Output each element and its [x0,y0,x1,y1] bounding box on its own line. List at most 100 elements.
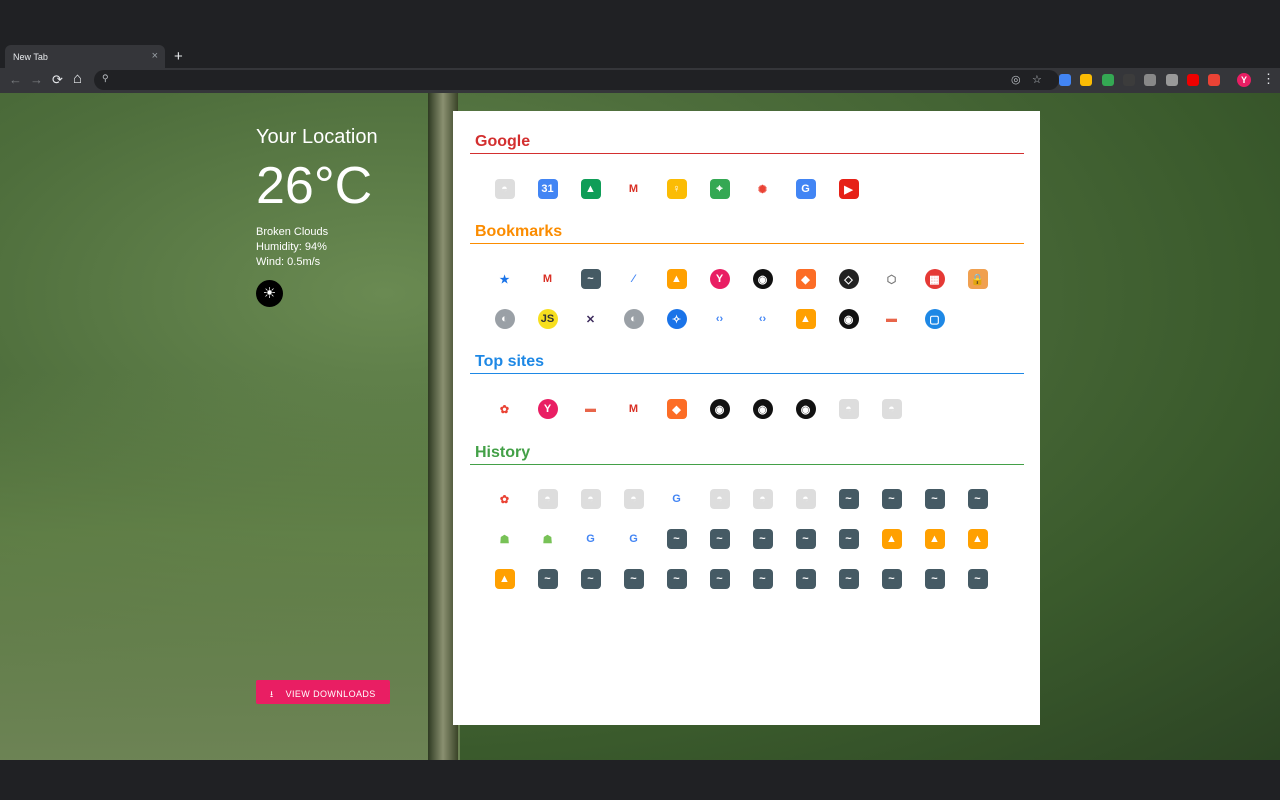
shortcut-link[interactable]: ⁄ [612,259,655,299]
shortcut-link[interactable]: ~ [913,559,956,599]
shortcut-link[interactable]: ▦ [913,259,956,299]
shortcut-link[interactable]: M [612,169,655,209]
apps-ext-icon[interactable] [1208,74,1220,86]
shortcut-link[interactable]: ▲ [483,559,526,599]
location-target-icon[interactable]: ◎ [1011,73,1021,86]
shortcut-link[interactable]: ◓ [741,479,784,519]
shortcut-link[interactable]: ~ [870,559,913,599]
shortcut-link[interactable]: ◓ [612,479,655,519]
shortcut-link[interactable]: ~ [655,559,698,599]
shortcut-link[interactable]: ‹› [698,299,741,339]
home-icon[interactable]: ⌂ [73,70,82,87]
shortcut-link[interactable]: Y [698,259,741,299]
shortcut-link[interactable]: ◓ [569,479,612,519]
shortcut-link[interactable]: JS [526,299,569,339]
shortcut-link[interactable]: ✕ [569,299,612,339]
shortcut-link[interactable]: ~ [655,519,698,559]
shortcut-link[interactable]: ▲ [913,519,956,559]
shortcut-link[interactable]: ◉ [827,299,870,339]
shortcut-link[interactable]: ◉ [698,389,741,429]
shortcut-link[interactable]: ~ [913,479,956,519]
reload-icon[interactable]: ⟳ [52,72,63,88]
menu-icon[interactable]: ⋮ [1262,71,1275,87]
forward-icon[interactable]: → [30,72,43,87]
shortcut-link[interactable]: ▬ [870,299,913,339]
shortcut-link[interactable]: M [526,259,569,299]
shortcut-link[interactable]: ~ [526,559,569,599]
view-downloads-button[interactable]: ⭳VIEW DOWNLOADS [256,680,390,704]
docs-ext-icon[interactable] [1102,74,1114,86]
shortcut-link[interactable]: ~ [870,479,913,519]
shortcut-link[interactable]: ✧ [655,299,698,339]
profile-avatar[interactable]: Y [1237,73,1251,87]
shortcut-link[interactable]: ◓ [827,389,870,429]
shortcut-link[interactable]: ▲ [655,259,698,299]
shortcut-link[interactable]: ~ [698,519,741,559]
shortcut-link[interactable]: ◐ [612,299,655,339]
shortcut-link[interactable]: ▲ [870,519,913,559]
shortcut-link[interactable]: ▲ [569,169,612,209]
shortcut-link[interactable]: ▶ [827,169,870,209]
tab-new-tab[interactable]: New Tab × [5,45,165,69]
shortcut-link[interactable]: G [612,519,655,559]
shortcut-link[interactable]: ~ [784,559,827,599]
shortcut-link[interactable]: ▲ [956,519,999,559]
sync-ext-icon[interactable] [1187,74,1199,86]
shortcut-link[interactable]: ~ [741,519,784,559]
m-ext-icon[interactable] [1166,74,1178,86]
shortcut-link[interactable]: ~ [827,559,870,599]
shortcut-link[interactable]: ◉ [741,389,784,429]
shortcut-link[interactable]: ◐ [483,299,526,339]
shortcut-link[interactable]: ~ [741,559,784,599]
new-tab-button[interactable]: + [174,48,183,65]
shortcut-link[interactable]: ~ [569,259,612,299]
shortcut-link[interactable]: ☗ [483,519,526,559]
shortcut-link[interactable]: ◓ [784,479,827,519]
shortcut-link[interactable]: ~ [956,479,999,519]
shortcut-link[interactable]: ✿ [483,389,526,429]
shortcut-link[interactable]: ◇ [827,259,870,299]
shortcut-link[interactable]: ~ [698,559,741,599]
shortcut-link[interactable]: ~ [956,559,999,599]
shortcut-link[interactable]: ☗ [526,519,569,559]
shortcut-link[interactable]: M [612,389,655,429]
shortcut-link[interactable]: ~ [827,519,870,559]
shortcut-link[interactable]: ▲ [784,299,827,339]
back-icon[interactable]: ← [9,72,22,87]
shortcut-link[interactable]: ◉ [784,389,827,429]
shortcut-link[interactable]: G [655,479,698,519]
shortcut-link[interactable]: ★ [483,259,526,299]
theme-toggle-icon[interactable]: ☀ [256,280,283,307]
shortcut-link[interactable]: ~ [784,519,827,559]
shortcut-link[interactable]: ◉ [741,259,784,299]
chart-ext-icon[interactable] [1144,74,1156,86]
shortcut-link[interactable]: ▬ [569,389,612,429]
shortcut-link[interactable]: Y [526,389,569,429]
shortcut-link[interactable]: ⬡ [870,259,913,299]
shortcut-link[interactable]: ◆ [655,389,698,429]
shortcut-link[interactable]: ◓ [526,479,569,519]
shortcut-link[interactable]: 31 [526,169,569,209]
shortcut-link[interactable]: ♀ [655,169,698,209]
shortcut-link[interactable]: ✿ [483,479,526,519]
bulb-ext-icon[interactable] [1123,74,1135,86]
shortcut-link[interactable]: 🔒 [956,259,999,299]
bookmark-star-icon[interactable]: ☆ [1032,73,1042,86]
shortcut-link[interactable]: ~ [612,559,655,599]
address-bar[interactable]: ⚲ ◎ ☆ [94,70,1059,90]
shortcut-link[interactable]: ~ [827,479,870,519]
shortcut-link[interactable]: ◓ [870,389,913,429]
shortcut-link[interactable]: ◓ [698,479,741,519]
shortcut-link[interactable]: G [569,519,612,559]
google-translate-ext-icon[interactable] [1059,74,1071,86]
shortcut-link[interactable]: ‹› [741,299,784,339]
shortcut-link[interactable]: ~ [569,559,612,599]
shortcut-link[interactable]: G [784,169,827,209]
compass-ext-icon[interactable] [1080,74,1092,86]
shortcut-link[interactable]: ◓ [483,169,526,209]
shortcut-link[interactable]: ◆ [784,259,827,299]
shortcut-link[interactable]: ▢ [913,299,956,339]
close-tab-icon[interactable]: × [152,50,158,62]
shortcut-link[interactable]: ⌖ [698,169,741,209]
shortcut-link[interactable]: ✺ [741,169,784,209]
